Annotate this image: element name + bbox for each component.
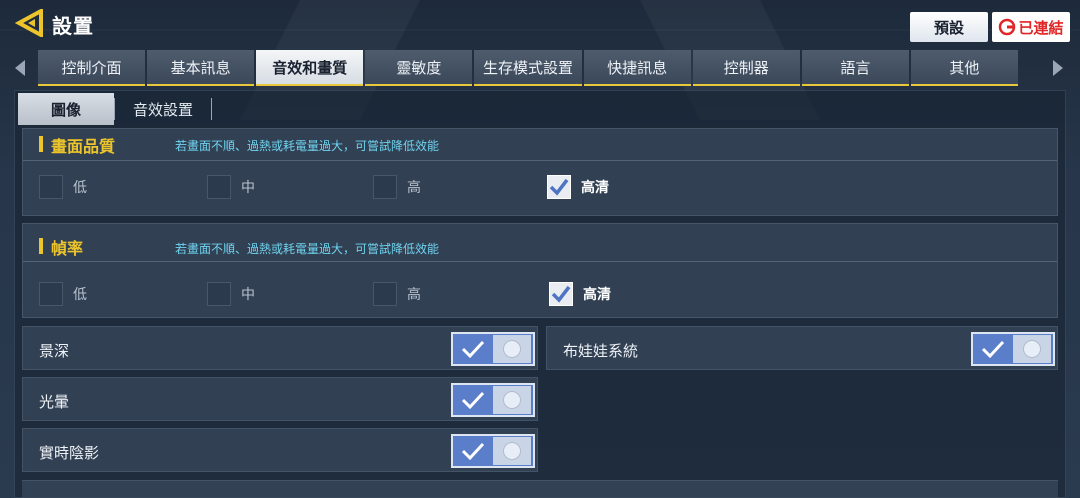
bloom-toggle[interactable]	[451, 383, 535, 417]
quality-section-header: 畫面品質 若畫面不順、過熱或耗電量過大，可嘗試降低效能	[23, 129, 1057, 161]
tab-quick-messages[interactable]: 快捷訊息	[583, 50, 691, 86]
bloom-label: 光暈	[39, 393, 70, 411]
sub-tabs: 圖像 音效設置	[18, 92, 213, 126]
quality-medium-label: 中	[241, 180, 255, 196]
tab-basic-info[interactable]: 基本訊息	[147, 50, 255, 86]
main-tabs: 控制介面 基本訊息 音效和畫質 靈敏度 生存模式設置 快捷訊息 控制器 語言 其…	[38, 50, 1018, 86]
depth-of-field-label: 景深	[39, 342, 70, 360]
toggle-knob	[1023, 340, 1041, 358]
quality-title: 畫面品質	[51, 137, 116, 156]
quality-hint: 若畫面不順、過熱或耗電量過大，可嘗試降低效能	[175, 139, 440, 153]
toggle-row-bloom: 光暈	[22, 377, 538, 421]
connected-button[interactable]: 已連結	[992, 12, 1070, 42]
framerate-low-checkbox[interactable]	[39, 282, 63, 306]
depth-of-field-toggle[interactable]	[451, 332, 535, 366]
quality-high-checkbox[interactable]	[373, 175, 397, 199]
checkmark-icon	[981, 340, 1005, 359]
framerate-hd-checkbox[interactable]	[549, 282, 573, 306]
tab-control-interface[interactable]: 控制介面	[38, 50, 146, 86]
tab-language[interactable]: 語言	[801, 50, 909, 86]
subtab-audio-settings[interactable]: 音效設置	[115, 93, 211, 125]
page-title: 設置	[52, 14, 94, 38]
framerate-option-hd[interactable]: 高清	[549, 282, 611, 306]
quality-option-high[interactable]: 高	[373, 175, 421, 199]
checkmark-icon	[461, 340, 485, 359]
tab-sensitivity[interactable]: 靈敏度	[365, 50, 473, 86]
quality-medium-checkbox[interactable]	[207, 175, 231, 199]
quality-high-label: 高	[407, 180, 421, 196]
section-marker	[39, 238, 43, 254]
quality-section: 畫面品質 若畫面不順、過熱或耗電量過大，可嘗試降低效能 低 中 高 高清	[22, 128, 1058, 216]
bottom-row-partial	[22, 480, 1058, 498]
subtab-divider	[211, 98, 213, 120]
framerate-high-checkbox[interactable]	[373, 282, 397, 306]
toggle-row-depth-of-field: 景深	[22, 326, 538, 370]
quality-hd-label: 高清	[581, 180, 609, 196]
header: 設置 預設 已連結	[0, 0, 1080, 48]
checkmark-icon	[551, 285, 571, 303]
toggle-knob	[503, 442, 521, 460]
framerate-hint: 若畫面不順、過熱或耗電量過大，可嘗試降低效能	[175, 242, 440, 256]
quality-option-hd[interactable]: 高清	[547, 175, 609, 199]
ragdoll-label: 布娃娃系統	[563, 342, 639, 360]
realtime-shadows-label: 實時陰影	[39, 444, 100, 462]
back-arrow-icon	[15, 9, 43, 37]
quality-low-checkbox[interactable]	[39, 175, 63, 199]
tab-audio-graphics[interactable]: 音效和畫質	[256, 50, 364, 86]
toggle-row-ragdoll: 布娃娃系統	[546, 326, 1058, 370]
quality-low-label: 低	[73, 180, 87, 196]
back-button[interactable]	[14, 8, 46, 38]
toggle-row-realtime-shadows: 實時陰影	[22, 428, 538, 472]
framerate-medium-checkbox[interactable]	[207, 282, 231, 306]
toggle-knob	[503, 340, 521, 358]
checkmark-icon	[461, 391, 485, 410]
framerate-option-low[interactable]: 低	[39, 282, 87, 306]
framerate-section: 幀率 若畫面不順、過熱或耗電量過大，可嘗試降低效能 低 中 高 高清	[22, 223, 1058, 318]
framerate-hd-label: 高清	[583, 287, 611, 303]
framerate-option-high[interactable]: 高	[373, 282, 421, 306]
quality-hd-checkbox[interactable]	[547, 175, 571, 199]
quality-option-medium[interactable]: 中	[207, 175, 255, 199]
quality-option-low[interactable]: 低	[39, 175, 87, 199]
framerate-low-label: 低	[73, 287, 87, 303]
ragdoll-toggle[interactable]	[971, 332, 1055, 366]
tab-scroll-right-icon[interactable]	[1050, 58, 1066, 78]
tab-controller[interactable]: 控制器	[692, 50, 800, 86]
framerate-section-header: 幀率 若畫面不順、過熱或耗電量過大，可嘗試降低效能	[23, 224, 1057, 262]
framerate-option-medium[interactable]: 中	[207, 282, 255, 306]
tab-scroll-left-icon[interactable]	[12, 58, 28, 78]
checkmark-icon	[549, 178, 569, 196]
realtime-shadows-toggle[interactable]	[451, 434, 535, 468]
preset-button[interactable]: 預設	[910, 12, 988, 42]
subtab-graphics[interactable]: 圖像	[18, 93, 114, 125]
framerate-high-label: 高	[407, 287, 421, 303]
framerate-title: 幀率	[51, 239, 84, 258]
checkmark-icon	[461, 442, 485, 461]
section-marker	[39, 136, 43, 152]
connected-label: 已連結	[1018, 18, 1064, 37]
garena-logo-icon	[999, 18, 1016, 36]
tab-survival-mode[interactable]: 生存模式設置	[474, 50, 582, 86]
toggle-knob	[503, 391, 521, 409]
framerate-medium-label: 中	[241, 287, 255, 303]
tab-other[interactable]: 其他	[910, 50, 1018, 86]
